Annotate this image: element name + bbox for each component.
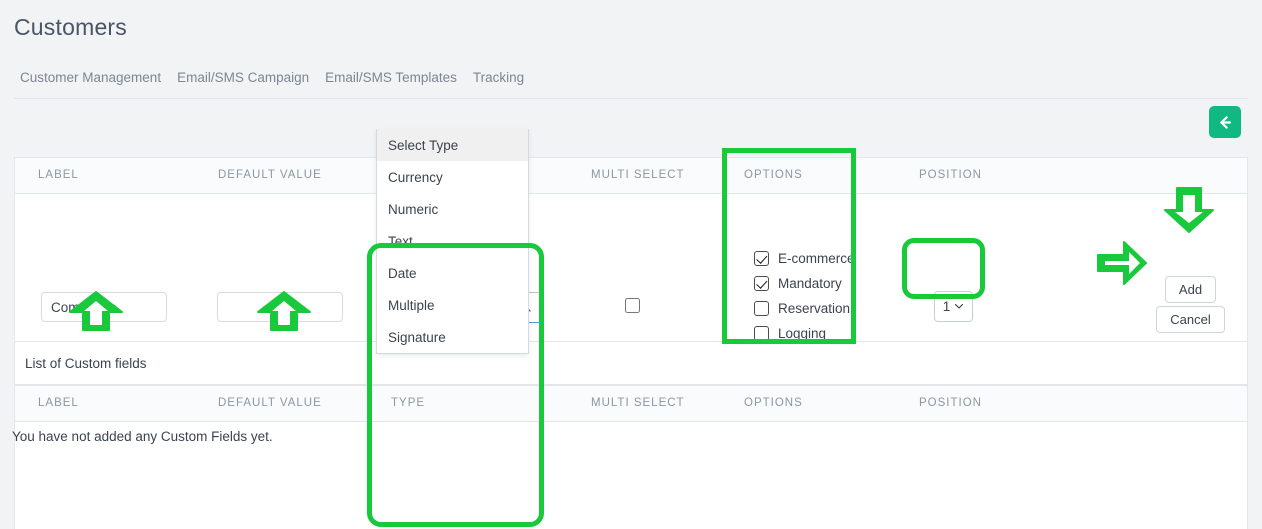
column-header-label: LABEL [38,169,79,181]
form-table-header: LABEL DEFAULT VALUE TYPE MULTI SELECT OP… [15,158,1247,194]
page-root: Customers Customer Management Email/SMS … [0,0,1262,529]
column-header-default-value: DEFAULT VALUE [218,169,322,181]
add-button[interactable]: Add [1165,276,1216,303]
form-table-body: Select Type E-commerce Mandatory [15,194,1247,342]
back-button[interactable] [1209,106,1241,138]
list-section-title-bar: List of Custom fields [14,342,1248,385]
option-label-logging: Logging [778,326,826,341]
list-table-header: LABEL DEFAULT VALUE TYPE MULTI SELECT OP… [15,386,1247,422]
type-option-select-type[interactable]: Select Type [377,129,528,161]
arrow-left-icon [1217,114,1234,131]
tab-tracking[interactable]: Tracking [465,68,532,88]
option-ecommerce[interactable]: E-commerce [754,246,855,271]
option-label-ecommerce: E-commerce [778,251,855,266]
default-value-input[interactable] [217,292,343,322]
checkbox-ecommerce[interactable] [754,251,769,266]
list-section-title: List of Custom fields [25,356,147,371]
page-title: Customers [14,14,127,41]
empty-state-message: You have not added any Custom Fields yet… [12,429,273,444]
type-option-numeric[interactable]: Numeric [377,193,528,225]
custom-fields-list-table: LABEL DEFAULT VALUE TYPE MULTI SELECT OP… [14,385,1248,529]
type-option-text[interactable]: Text [377,225,528,257]
tab-customer-management[interactable]: Customer Management [14,68,169,88]
position-select-value: 1 [943,299,951,314]
tab-email-sms-campaign[interactable]: Email/SMS Campaign [169,68,317,88]
column-header-options: OPTIONS [744,169,803,181]
option-reservation[interactable]: Reservation [754,296,855,321]
list-column-header-position: POSITION [919,397,982,409]
position-select[interactable]: 1 [934,291,973,322]
checkbox-mandatory[interactable] [754,276,769,291]
tab-bar: Customer Management Email/SMS Campaign E… [14,68,1248,98]
type-option-date[interactable]: Date [377,257,528,289]
list-column-header-default-value: DEFAULT VALUE [218,397,322,409]
list-column-header-type: TYPE [391,397,425,409]
type-option-multiple[interactable]: Multiple [377,289,528,321]
list-column-header-label: LABEL [38,397,79,409]
list-column-header-multi-select: MULTI SELECT [591,397,685,409]
option-label-mandatory: Mandatory [778,276,842,291]
type-option-signature[interactable]: Signature [377,321,528,353]
option-label-reservation: Reservation [778,301,850,316]
checkbox-reservation[interactable] [754,301,769,316]
type-select-dropdown[interactable]: Select Type Currency Numeric Text Date M… [376,129,529,354]
cancel-button[interactable]: Cancel [1156,306,1225,333]
column-header-position: POSITION [919,169,982,181]
option-mandatory[interactable]: Mandatory [754,271,855,296]
multi-select-checkbox[interactable] [625,298,640,313]
custom-field-form-table: LABEL DEFAULT VALUE TYPE MULTI SELECT OP… [14,157,1248,342]
chevron-down-icon [954,298,964,316]
tab-bar-divider [14,98,1248,99]
column-header-multi-select: MULTI SELECT [591,169,685,181]
type-option-currency[interactable]: Currency [377,161,528,193]
tab-email-sms-templates[interactable]: Email/SMS Templates [317,68,465,88]
list-column-header-options: OPTIONS [744,397,803,409]
label-input[interactable] [41,292,167,322]
checkbox-logging[interactable] [754,326,769,341]
